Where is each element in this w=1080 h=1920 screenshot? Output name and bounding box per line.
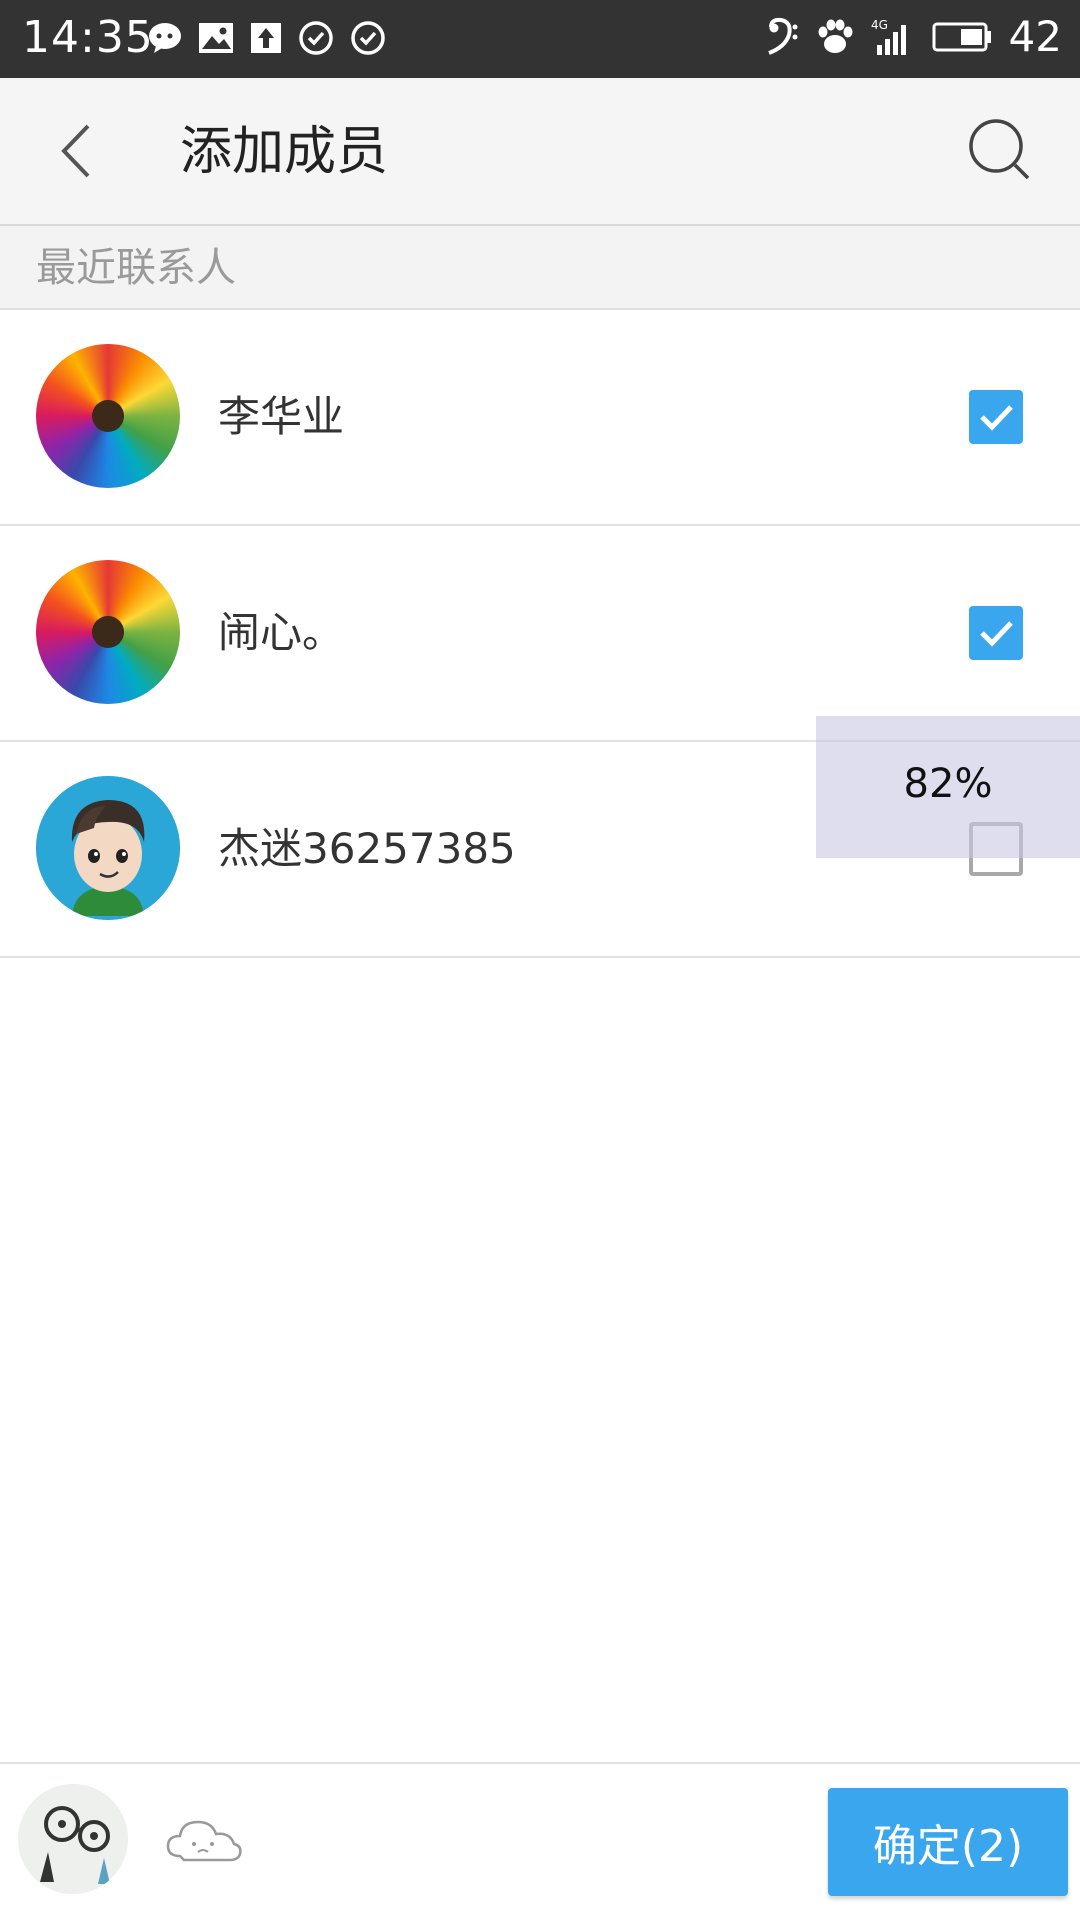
contact-checkbox[interactable]	[969, 606, 1023, 660]
check-circle-icon	[298, 20, 334, 56]
cloud-icon	[150, 1784, 260, 1894]
placeholder-avatar	[150, 1784, 260, 1894]
colored-pencils-avatar	[36, 560, 180, 704]
upload-icon	[250, 22, 282, 54]
progress-percent: 82%	[903, 761, 993, 807]
progress-overlay: 82%	[816, 716, 1080, 858]
page-title: 添加成员	[180, 122, 389, 182]
image-icon	[198, 22, 234, 54]
screen: 14:35 4G 42 添加成员 最近联系人 李华业 闹心。 杰迷3625738…	[0, 0, 1080, 1920]
message-bubble-icon	[148, 22, 182, 54]
contact-row[interactable]: 李华业	[0, 310, 1080, 526]
status-right: 4G 42	[765, 12, 1062, 62]
4g-signal-icon: 4G	[871, 17, 915, 57]
checkmark-icon	[969, 390, 1023, 444]
bottom-bar: 确定(2)	[0, 1762, 1080, 1920]
back-button[interactable]	[44, 116, 114, 186]
contact-checkbox[interactable]	[969, 390, 1023, 444]
contact-name: 闹心。	[218, 608, 345, 657]
paw-icon	[815, 17, 855, 57]
contact-list: 李华业 闹心。 杰迷36257385	[0, 310, 1080, 958]
selected-member-avatar[interactable]	[18, 1784, 128, 1894]
cartoon-boy-avatar	[36, 776, 180, 920]
section-header: 最近联系人	[0, 226, 1080, 310]
check-circle-icon	[350, 20, 386, 56]
svg-text:4G: 4G	[871, 18, 888, 32]
search-button[interactable]	[962, 112, 1042, 192]
status-time: 14:35	[22, 12, 154, 63]
music-clef-icon	[765, 17, 799, 57]
app-bar: 添加成员	[0, 78, 1080, 226]
chevron-left-icon	[44, 116, 114, 186]
contact-row[interactable]: 闹心。	[0, 526, 1080, 742]
notification-icons	[148, 16, 386, 60]
contact-name: 李华业	[218, 392, 345, 441]
section-title: 最近联系人	[36, 245, 236, 291]
status-bar: 14:35 4G 42	[0, 0, 1080, 78]
checkmark-icon	[969, 606, 1023, 660]
battery-level: 42	[1008, 12, 1062, 61]
search-icon	[962, 112, 1042, 192]
battery-icon	[931, 21, 993, 53]
contact-name: 杰迷36257385	[218, 824, 516, 873]
colored-pencils-avatar	[36, 344, 180, 488]
confirm-button[interactable]: 确定(2)	[828, 1788, 1068, 1896]
